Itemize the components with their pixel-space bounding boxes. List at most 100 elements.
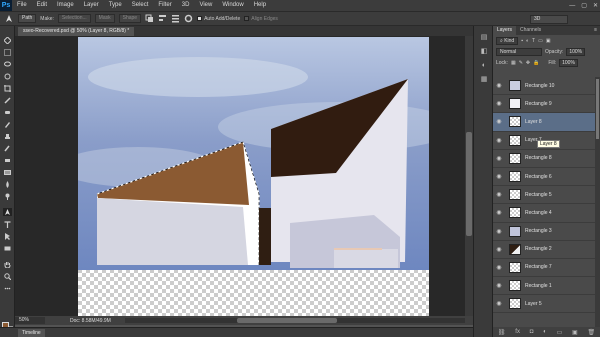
close-icon[interactable]: ✕	[593, 2, 598, 9]
document-info[interactable]: Doc: 8.58M/49.9M	[70, 318, 111, 324]
menu-image[interactable]: Image	[52, 0, 79, 11]
menu-file[interactable]: File	[12, 0, 32, 11]
layer-row-rectangle-10[interactable]: ◉ Rectangle 10	[493, 77, 600, 96]
panel-menu-icon[interactable]: ≡	[594, 26, 597, 35]
adjustment-layer-icon[interactable]: ◐	[543, 329, 547, 335]
lock-transparent-icon[interactable]: ▦	[511, 60, 516, 66]
horizontal-scrollbar[interactable]	[125, 318, 465, 323]
marquee-tool-icon[interactable]	[3, 48, 12, 56]
properties-panel-icon[interactable]: ◧	[479, 48, 489, 56]
layer-row-rectangle-7[interactable]: ◉ Rectangle 7	[493, 259, 600, 278]
visibility-eye-icon[interactable]: ◉	[493, 209, 505, 216]
pen-tool-icon[interactable]	[3, 208, 12, 216]
blend-mode-dropdown[interactable]: Normal	[496, 47, 542, 56]
visibility-eye-icon[interactable]: ◉	[493, 246, 505, 253]
canvas-area[interactable]	[15, 36, 465, 316]
type-tool-icon[interactable]	[3, 220, 12, 228]
layer-style-icon[interactable]: fx	[515, 329, 520, 335]
layer-row-rectangle-6[interactable]: ◉ Rectangle 6	[493, 168, 600, 187]
menu-type[interactable]: Type	[104, 0, 127, 11]
make-selection-button[interactable]: Selection...	[57, 14, 91, 23]
visibility-eye-icon[interactable]: ◉	[493, 300, 505, 307]
layer-row-layer-5[interactable]: ◉ Layer 5	[493, 295, 600, 314]
layer-row-rectangle-2[interactable]: ◉ Rectangle 2	[493, 241, 600, 259]
layer-row-rectangle-4[interactable]: ◉ Rectangle 4	[493, 204, 600, 223]
vertical-scrollbar-thumb[interactable]	[466, 132, 472, 236]
layer-row-layer-8[interactable]: ◉ Layer 8	[493, 113, 600, 132]
new-group-icon[interactable]: ▭	[557, 329, 563, 336]
add-mask-icon[interactable]: ◘	[530, 329, 534, 335]
lock-pixels-icon[interactable]: ✎	[519, 60, 523, 66]
menu-filter[interactable]: Filter	[153, 0, 176, 11]
filter-kind-dropdown[interactable]: ⌕ Kind	[496, 36, 519, 45]
lock-position-icon[interactable]: ✥	[526, 60, 530, 66]
opacity-input[interactable]: 100%	[566, 47, 586, 56]
crop-tool-icon[interactable]	[3, 84, 12, 92]
move-tool-icon[interactable]	[3, 36, 12, 44]
document-canvas[interactable]	[78, 37, 429, 316]
auto-add-delete-option[interactable]: Auto Add/Delete	[197, 16, 240, 22]
pen-tool-icon[interactable]	[4, 14, 14, 23]
horizontal-scrollbar-thumb[interactable]	[237, 318, 337, 323]
swatches-panel-icon[interactable]: ▦	[479, 76, 489, 84]
adjustments-panel-icon[interactable]: ◐	[479, 62, 489, 70]
layer-row-rectangle-8[interactable]: ◉ Rectangle 8	[493, 150, 600, 168]
tab-channels[interactable]: Channels	[516, 26, 545, 35]
menu-window[interactable]: Window	[217, 0, 248, 11]
path-arrangement-icon[interactable]	[171, 14, 180, 23]
link-layers-icon[interactable]: ⛓	[498, 329, 506, 336]
make-mask-button[interactable]: Mask	[94, 14, 115, 23]
visibility-eye-icon[interactable]: ◉	[493, 155, 505, 162]
menu-3d[interactable]: 3D	[177, 0, 195, 11]
visibility-eye-icon[interactable]: ◉	[493, 100, 505, 107]
new-layer-icon[interactable]: ▣	[572, 329, 578, 336]
layer-row-rectangle-3[interactable]: ◉ Rectangle 3	[493, 223, 600, 241]
rectangle-tool-icon[interactable]	[3, 244, 12, 252]
align-edges-option[interactable]: Align Edges	[244, 16, 278, 22]
gradient-tool-icon[interactable]	[3, 168, 12, 176]
layers-scrollbar-thumb[interactable]	[596, 79, 599, 139]
make-shape-button[interactable]: Shape	[118, 14, 142, 23]
visibility-eye-icon[interactable]: ◉	[493, 118, 505, 125]
dodge-tool-icon[interactable]	[3, 192, 12, 200]
visibility-eye-icon[interactable]: ◉	[493, 282, 505, 289]
path-selection-tool-icon[interactable]	[3, 232, 12, 240]
layer-row-rectangle-9[interactable]: ◉ Rectangle 9	[493, 95, 600, 114]
history-brush-tool-icon[interactable]	[3, 144, 12, 152]
filter-shape-icon[interactable]: ▭	[538, 38, 543, 44]
more-tools-icon[interactable]	[3, 284, 12, 292]
fill-input[interactable]: 100%	[559, 58, 578, 67]
eraser-tool-icon[interactable]	[3, 156, 12, 164]
clone-stamp-tool-icon[interactable]	[3, 132, 12, 140]
gear-icon[interactable]	[184, 14, 193, 23]
filter-pixel-icon[interactable]: ▪	[521, 38, 523, 44]
eyedropper-tool-icon[interactable]	[3, 96, 12, 104]
lasso-tool-icon[interactable]	[3, 60, 12, 68]
maximize-icon[interactable]: ▢	[581, 2, 587, 9]
minimize-icon[interactable]: —	[569, 3, 575, 9]
auto-add-delete-checkbox[interactable]	[197, 15, 203, 21]
document-tab[interactable]: sseo-Recovered.psd @ 50% (Layer 8, RGB/8…	[18, 27, 135, 36]
filter-type-icon[interactable]: T	[532, 38, 535, 44]
blur-tool-icon[interactable]	[3, 180, 12, 188]
menu-edit[interactable]: Edit	[32, 0, 52, 11]
path-operations-icon[interactable]	[145, 14, 154, 23]
layer-row-rectangle-1[interactable]: ◉ Rectangle 1	[493, 277, 600, 296]
timeline-tab[interactable]: Timeline	[18, 329, 45, 337]
healing-brush-tool-icon[interactable]	[3, 108, 12, 116]
zoom-level[interactable]: 50%	[15, 317, 45, 324]
visibility-eye-icon[interactable]: ◉	[493, 228, 505, 235]
visibility-eye-icon[interactable]: ◉	[493, 137, 505, 144]
menu-view[interactable]: View	[194, 0, 217, 11]
visibility-eye-icon[interactable]: ◉	[493, 264, 505, 271]
align-edges-checkbox[interactable]	[244, 15, 250, 21]
workspace-dropdown[interactable]: 3D	[530, 15, 568, 24]
layer-row-rectangle-5[interactable]: ◉ Rectangle 5	[493, 186, 600, 205]
filter-smart-object-icon[interactable]: ▣	[546, 38, 551, 44]
tab-layers[interactable]: Layers	[493, 26, 517, 35]
filter-adjustment-icon[interactable]: ◐	[526, 38, 529, 44]
menu-select[interactable]: Select	[127, 0, 154, 11]
path-alignment-icon[interactable]	[158, 14, 167, 23]
brush-tool-icon[interactable]	[3, 120, 12, 128]
menu-help[interactable]: Help	[249, 0, 271, 11]
